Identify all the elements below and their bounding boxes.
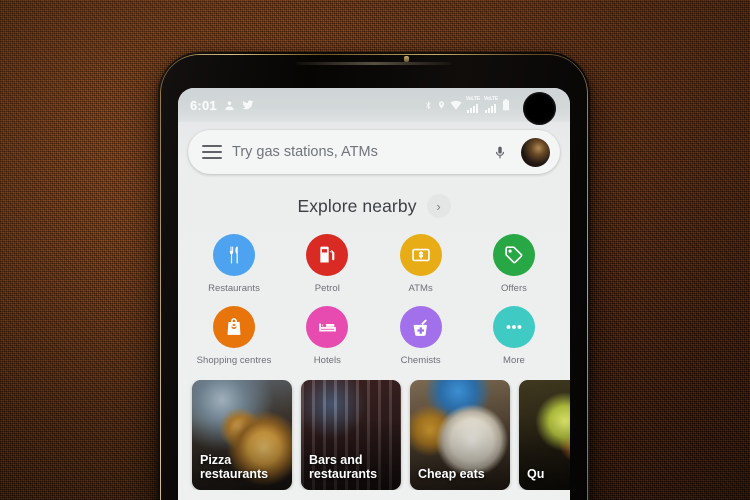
more-dots-icon	[492, 306, 535, 348]
status-bar-left: 6:01	[190, 98, 254, 113]
front-camera-punch-hole	[523, 92, 556, 125]
card-label: Qu	[527, 467, 545, 481]
signal-sim1-icon	[467, 103, 479, 113]
suggestion-card[interactable]: Bars and restaurants	[301, 380, 401, 490]
phone-screen: 6:01 VoLTE VoLTE Try gas stations, ATMs …	[178, 88, 570, 500]
category-restaurants[interactable]: Restaurants	[192, 234, 276, 294]
category-petrol[interactable]: Petrol	[285, 234, 369, 294]
sim2-status: VoLTE	[484, 97, 498, 113]
category-row-2: Shopping centres Hotels Chemists More	[192, 306, 556, 366]
signal-sim2-icon	[485, 103, 497, 113]
earpiece-speaker	[296, 62, 452, 65]
sim1-status: VoLTE	[466, 97, 480, 113]
shopping-bag-icon	[213, 306, 255, 348]
hamburger-menu-icon[interactable]	[202, 145, 222, 159]
search-bar-container	[178, 122, 570, 174]
category-label: ATMs	[408, 283, 433, 294]
suggestion-card[interactable]: Qu	[519, 380, 570, 490]
category-label: Hotels	[313, 355, 341, 366]
account-avatar[interactable]	[521, 137, 550, 167]
twitter-icon	[242, 100, 254, 110]
category-label: Offers	[500, 283, 527, 294]
maps-app-body: Explore nearby › Restaurants	[178, 122, 570, 500]
explore-nearby-header: Explore nearby ›	[178, 194, 570, 218]
battery-icon	[503, 99, 509, 111]
category-label: Shopping centres	[196, 355, 272, 366]
category-chemists[interactable]: Chemists	[379, 306, 463, 366]
search-input[interactable]	[232, 144, 479, 160]
volte-label-sim2: VoLTE	[483, 96, 498, 102]
category-label: Chemists	[400, 355, 441, 366]
petrol-pump-icon	[306, 234, 349, 276]
wifi-icon	[450, 100, 462, 110]
hotel-bed-icon	[306, 306, 349, 348]
bluetooth-icon	[425, 101, 431, 110]
search-bar[interactable]	[188, 130, 560, 174]
category-row-1: Restaurants Petrol ATMs Offers	[192, 234, 556, 294]
pharmacy-mortar-icon	[399, 306, 442, 348]
suggestion-card[interactable]: Pizza restaurants	[192, 380, 292, 490]
category-grid: Restaurants Petrol ATMs Offers Shopping …	[178, 234, 570, 366]
suggestion-card-carousel[interactable]: Pizza restaurants Bars and restaurants C…	[178, 380, 570, 490]
category-label: More	[503, 355, 525, 366]
price-tag-icon	[492, 234, 535, 276]
category-atms[interactable]: ATMs	[379, 234, 463, 294]
phone-device: 6:01 VoLTE VoLTE Try gas stations, ATMs …	[158, 52, 590, 500]
status-time: 6:01	[190, 97, 217, 113]
volte-label-sim1: VoLTE	[465, 96, 480, 102]
top-sensor	[404, 56, 410, 62]
category-label: Restaurants	[208, 283, 260, 294]
chevron-right-icon[interactable]: ›	[426, 194, 451, 218]
category-hotels[interactable]: Hotels	[285, 306, 369, 366]
category-shopping-centres[interactable]: Shopping centres	[192, 306, 276, 366]
category-more[interactable]: More	[472, 306, 556, 366]
location-icon	[438, 101, 444, 109]
category-label: Petrol	[314, 283, 340, 294]
card-label: Cheap eats	[418, 467, 485, 481]
explore-nearby-title: Explore nearby	[297, 195, 417, 216]
microphone-icon[interactable]	[489, 140, 511, 164]
atm-banknote-icon	[399, 234, 442, 276]
suggestion-card[interactable]: Cheap eats	[410, 380, 510, 490]
contact-icon	[225, 100, 234, 110]
card-label: Pizza restaurants	[200, 453, 269, 481]
card-label: Bars and restaurants	[309, 453, 378, 481]
restaurant-icon	[213, 234, 255, 276]
status-bar: 6:01 VoLTE VoLTE	[178, 88, 570, 122]
category-offers[interactable]: Offers	[472, 234, 556, 294]
